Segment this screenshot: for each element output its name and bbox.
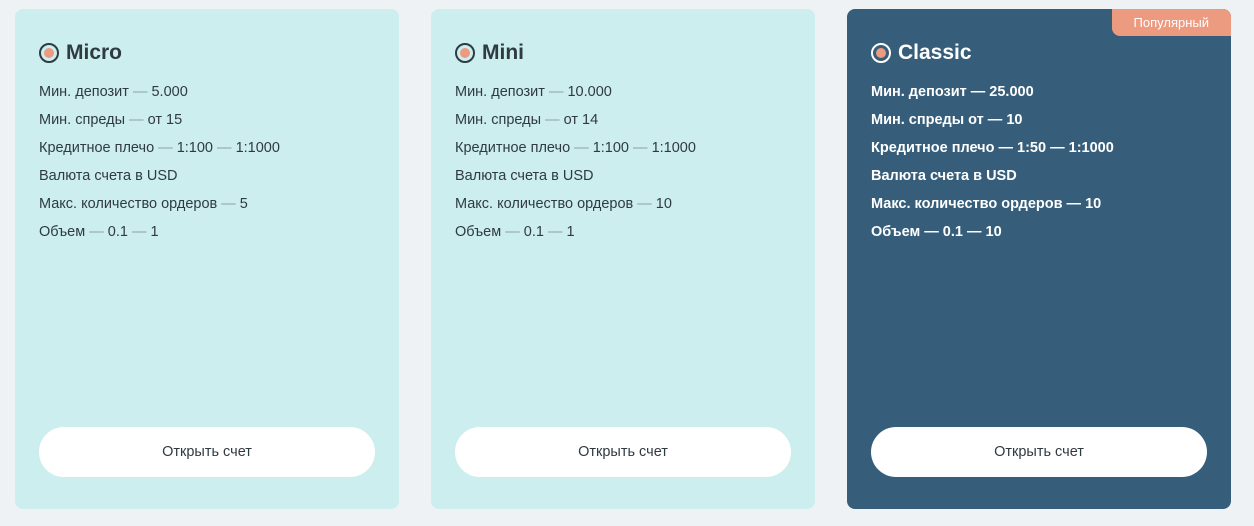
plan-card-classic: Популярный Classic Мин. депозит — 25.000… xyxy=(847,9,1231,509)
feature-currency: Валюта счета в USD xyxy=(871,168,1017,184)
plan-features: Мин. депозит — 10.000 Мин. спреды — от 1… xyxy=(455,78,791,246)
plan-card-header: Mini xyxy=(455,41,791,65)
radio-dot xyxy=(44,48,54,58)
feature-min-spreads: Мин. спреды — от 14 xyxy=(455,112,599,128)
radio-dot xyxy=(460,48,470,58)
feature-leverage: Кредитное плечо — 1:50 — 1:1000 xyxy=(871,140,1114,156)
plan-title: Classic xyxy=(898,41,972,64)
feature-min-deposit: Мин. депозит — 10.000 xyxy=(455,84,612,100)
feature-currency: Валюта счета в USD xyxy=(39,168,178,184)
feature-max-orders: Макс. количество ордеров — 10 xyxy=(871,196,1102,212)
plan-title: Mini xyxy=(482,41,524,64)
radio-selected-icon[interactable] xyxy=(455,43,475,63)
open-account-button[interactable]: Открыть счет xyxy=(455,427,791,477)
radio-selected-icon[interactable] xyxy=(39,43,59,63)
feature-max-orders: Макс. количество ордеров — 5 xyxy=(39,196,248,212)
feature-min-spreads: Мин. спреды от — 10 xyxy=(871,112,1023,128)
open-account-button[interactable]: Открыть счет xyxy=(871,427,1207,477)
plan-card-mini: Mini Мин. депозит — 10.000 Мин. спреды —… xyxy=(431,9,815,509)
account-plans: Micro Мин. депозит — 5.000 Мин. спреды —… xyxy=(15,9,1231,509)
feature-volume: Объем — 0.1 — 1 xyxy=(455,224,575,240)
feature-leverage: Кредитное плечо — 1:100 — 1:1000 xyxy=(455,140,696,156)
open-account-button[interactable]: Открыть счет xyxy=(39,427,375,477)
feature-leverage: Кредитное плечо — 1:100 — 1:1000 xyxy=(39,140,280,156)
plan-features: Мин. депозит — 5.000 Мин. спреды — от 15… xyxy=(39,78,375,246)
feature-min-deposit: Мин. депозит — 25.000 xyxy=(871,84,1034,100)
feature-max-orders: Макс. количество ордеров — 10 xyxy=(455,196,672,212)
plan-card-header: Micro xyxy=(39,41,375,65)
feature-volume: Объем — 0.1 — 1 xyxy=(39,224,159,240)
plan-card-header: Classic xyxy=(871,41,1207,65)
radio-dot xyxy=(876,48,886,58)
feature-currency: Валюта счета в USD xyxy=(455,168,594,184)
feature-min-spreads: Мин. спреды — от 15 xyxy=(39,112,183,128)
feature-min-deposit: Мин. депозит — 5.000 xyxy=(39,84,188,100)
popular-badge: Популярный xyxy=(1111,9,1231,36)
radio-selected-icon[interactable] xyxy=(871,43,891,63)
plan-card-micro: Micro Мин. депозит — 5.000 Мин. спреды —… xyxy=(15,9,399,509)
plan-title: Micro xyxy=(66,41,123,64)
plan-features: Мин. депозит — 25.000 Мин. спреды от — 1… xyxy=(871,78,1207,246)
feature-volume: Объем — 0.1 — 10 xyxy=(871,224,1002,240)
